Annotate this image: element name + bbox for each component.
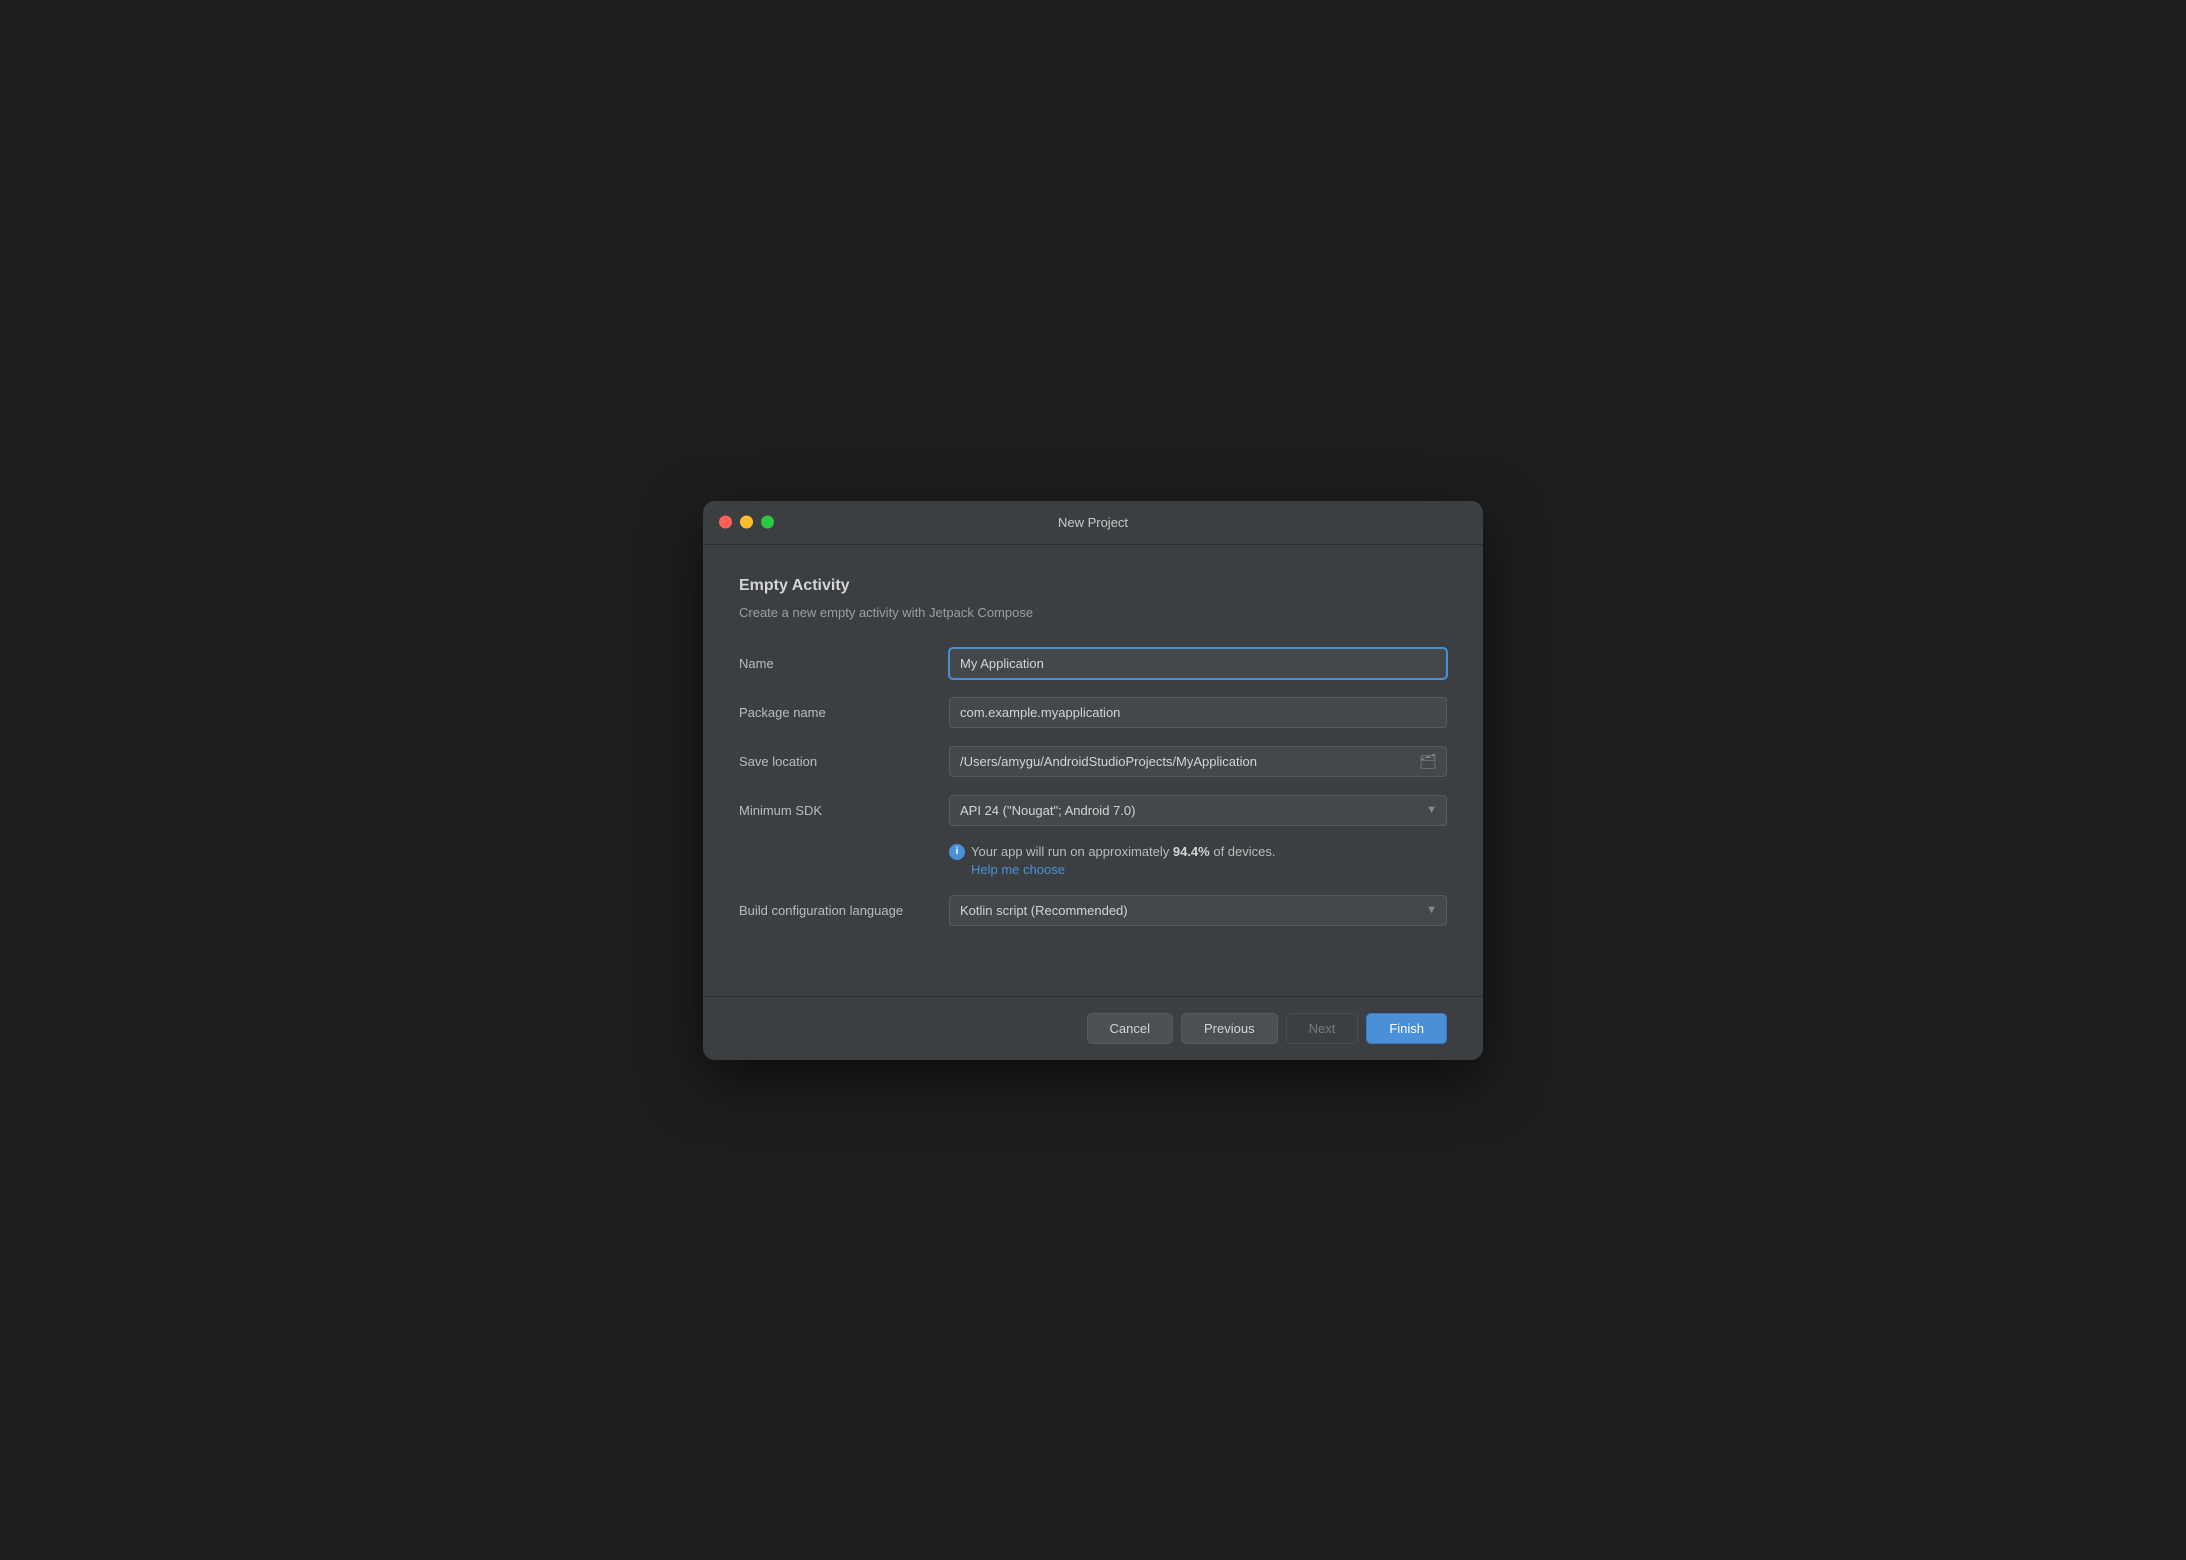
minimum-sdk-select[interactable]: API 21 ("Lollipop"; Android 5.0) API 22 … bbox=[949, 795, 1447, 826]
save-location-label: Save location bbox=[739, 754, 949, 769]
sdk-info-text: Your app will run on approximately 94.4%… bbox=[971, 844, 1276, 859]
form-content: Empty Activity Create a new empty activi… bbox=[703, 545, 1483, 968]
save-location-field-wrapper: 🗂 bbox=[949, 746, 1447, 777]
build-config-label: Build configuration language bbox=[739, 903, 949, 918]
build-config-row: Build configuration language Kotlin scri… bbox=[739, 895, 1447, 926]
name-input[interactable] bbox=[949, 648, 1447, 679]
minimize-button[interactable] bbox=[740, 516, 753, 529]
close-button[interactable] bbox=[719, 516, 732, 529]
window-title: New Project bbox=[1058, 515, 1128, 530]
cancel-button[interactable]: Cancel bbox=[1087, 1013, 1173, 1044]
new-project-window: New Project Empty Activity Create a new … bbox=[703, 501, 1483, 1060]
section-title: Empty Activity bbox=[739, 577, 1447, 595]
next-button: Next bbox=[1286, 1013, 1359, 1044]
help-link[interactable]: Help me choose bbox=[971, 862, 1447, 877]
name-label: Name bbox=[739, 656, 949, 671]
folder-icon[interactable]: 🗂 bbox=[1419, 753, 1437, 770]
finish-button[interactable]: Finish bbox=[1366, 1013, 1447, 1044]
sdk-info-row: i Your app will run on approximately 94.… bbox=[949, 844, 1447, 860]
minimum-sdk-row: Minimum SDK API 21 ("Lollipop"; Android … bbox=[739, 795, 1447, 826]
name-row: Name bbox=[739, 648, 1447, 679]
footer: Cancel Previous Next Finish bbox=[703, 997, 1483, 1060]
build-config-select-wrapper: Kotlin script (Recommended) Groovy DSL ▼ bbox=[949, 895, 1447, 926]
info-icon: i bbox=[949, 844, 965, 860]
minimum-sdk-select-wrapper: API 21 ("Lollipop"; Android 5.0) API 22 … bbox=[949, 795, 1447, 826]
maximize-button[interactable] bbox=[761, 516, 774, 529]
package-row: Package name bbox=[739, 697, 1447, 728]
save-location-row: Save location 🗂 bbox=[739, 746, 1447, 777]
section-description: Create a new empty activity with Jetpack… bbox=[739, 605, 1447, 620]
title-bar: New Project bbox=[703, 501, 1483, 545]
minimum-sdk-label: Minimum SDK bbox=[739, 803, 949, 818]
build-config-select[interactable]: Kotlin script (Recommended) Groovy DSL bbox=[949, 895, 1447, 926]
previous-button[interactable]: Previous bbox=[1181, 1013, 1278, 1044]
sdk-info-section: i Your app will run on approximately 94.… bbox=[949, 844, 1447, 877]
save-location-input[interactable] bbox=[949, 746, 1447, 777]
package-input[interactable] bbox=[949, 697, 1447, 728]
package-label: Package name bbox=[739, 705, 949, 720]
traffic-lights bbox=[719, 516, 774, 529]
